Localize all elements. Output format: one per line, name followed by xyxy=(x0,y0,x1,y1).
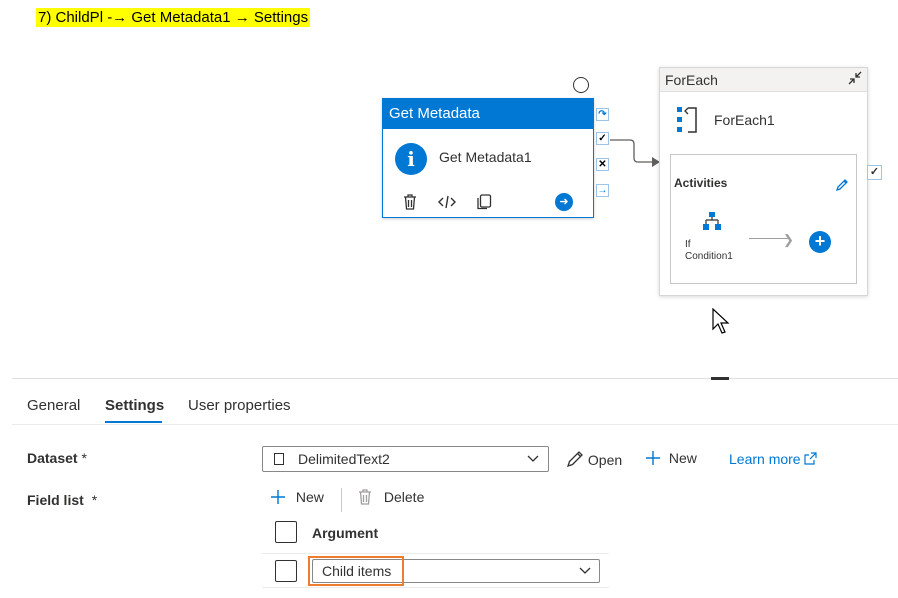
add-activity-button[interactable]: + xyxy=(809,231,831,253)
activity-type-label: Get Metadata xyxy=(383,99,593,129)
pencil-icon xyxy=(566,451,583,468)
select-all-checkbox[interactable] xyxy=(275,521,297,543)
foreach-success-check-icon[interactable]: ✓ xyxy=(867,165,882,180)
tab-settings[interactable]: Settings xyxy=(105,397,164,414)
argument-column-header: Argument xyxy=(312,525,379,541)
connector-arrowhead-icon: ❯ xyxy=(783,232,794,247)
chevron-down-icon xyxy=(579,564,591,579)
dataset-label-text: Dataset xyxy=(27,450,78,466)
collapse-icon[interactable] xyxy=(847,70,863,89)
open-label: Open xyxy=(587,452,623,468)
edit-pencil-icon[interactable] xyxy=(835,178,849,195)
tab-general[interactable]: General xyxy=(27,397,80,414)
activities-container[interactable]: Activities If Condition1 ❯ + xyxy=(670,154,857,284)
required-mark: * xyxy=(91,492,98,508)
dependency-connector xyxy=(610,139,660,167)
new-label: New xyxy=(668,450,697,466)
foreach-type-label: ForEach xyxy=(660,68,867,92)
dataset-value: DelimitedText2 xyxy=(298,451,390,467)
tabs-divider xyxy=(12,424,898,425)
row-checkbox[interactable] xyxy=(275,560,297,582)
code-icon[interactable] xyxy=(436,191,458,213)
go-arrow-icon[interactable]: ➜ xyxy=(555,193,573,211)
tab-user-properties[interactable]: User properties xyxy=(188,397,291,414)
panel-resize-handle[interactable] xyxy=(711,377,729,380)
active-tab-indicator xyxy=(105,421,162,423)
dataset-label: Dataset * xyxy=(27,450,87,466)
dataset-select[interactable]: DelimitedText2 xyxy=(262,446,549,472)
activities-label: Activities xyxy=(674,176,728,190)
mouse-cursor-icon xyxy=(712,307,732,341)
info-icon: i xyxy=(395,143,427,175)
row-divider xyxy=(262,587,609,588)
plus-icon xyxy=(646,451,660,465)
panel-divider xyxy=(12,378,898,379)
learn-more-label: Learn more xyxy=(729,451,801,467)
if-condition-icon xyxy=(701,211,723,233)
skip-icon[interactable]: ↷ xyxy=(596,108,609,121)
dataset-document-icon xyxy=(274,453,284,465)
field-list-delete-button[interactable]: Delete xyxy=(358,489,424,505)
status-circle-icon xyxy=(573,77,589,93)
child-activity-line2: Condition1 xyxy=(685,251,733,262)
external-link-icon xyxy=(804,452,818,465)
copy-icon[interactable] xyxy=(473,191,495,213)
new-dataset-button[interactable]: New xyxy=(645,450,697,466)
delete-icon[interactable] xyxy=(399,191,421,213)
activity-name: Get Metadata1 xyxy=(439,149,532,165)
annotation-highlight-box xyxy=(308,556,404,586)
field-list-label-text: Field list xyxy=(27,492,84,508)
foreach-icon xyxy=(676,106,698,134)
completion-arrow-icon[interactable]: → xyxy=(596,184,609,197)
trash-icon xyxy=(359,489,371,505)
header-row-divider xyxy=(262,553,609,554)
new-label: New xyxy=(295,489,324,505)
foreach-activity[interactable]: ForEach ForEach1 Activities If Condition… xyxy=(659,67,868,296)
activity-toolbar: ➜ xyxy=(383,191,593,215)
child-activity-line1: If xyxy=(685,239,691,250)
toolbar-separator xyxy=(341,488,342,512)
child-activity-name: If Condition1 xyxy=(685,239,733,263)
get-metadata-activity[interactable]: Get Metadata i Get Metadata1 ➜ xyxy=(382,98,594,218)
open-dataset-button[interactable]: Open xyxy=(566,450,622,468)
page-heading: 7) ChildPl -→ Get Metadata1 → Settings xyxy=(36,8,311,27)
chevron-down-icon xyxy=(527,452,539,467)
plus-icon xyxy=(271,490,285,504)
foreach-name: ForEach1 xyxy=(714,112,775,128)
field-list-new-button[interactable]: New xyxy=(270,489,324,505)
field-list-label: Field list * xyxy=(27,492,97,508)
delete-label: Delete xyxy=(383,489,425,505)
required-mark: * xyxy=(81,450,87,466)
learn-more-link[interactable]: Learn more xyxy=(729,451,818,467)
